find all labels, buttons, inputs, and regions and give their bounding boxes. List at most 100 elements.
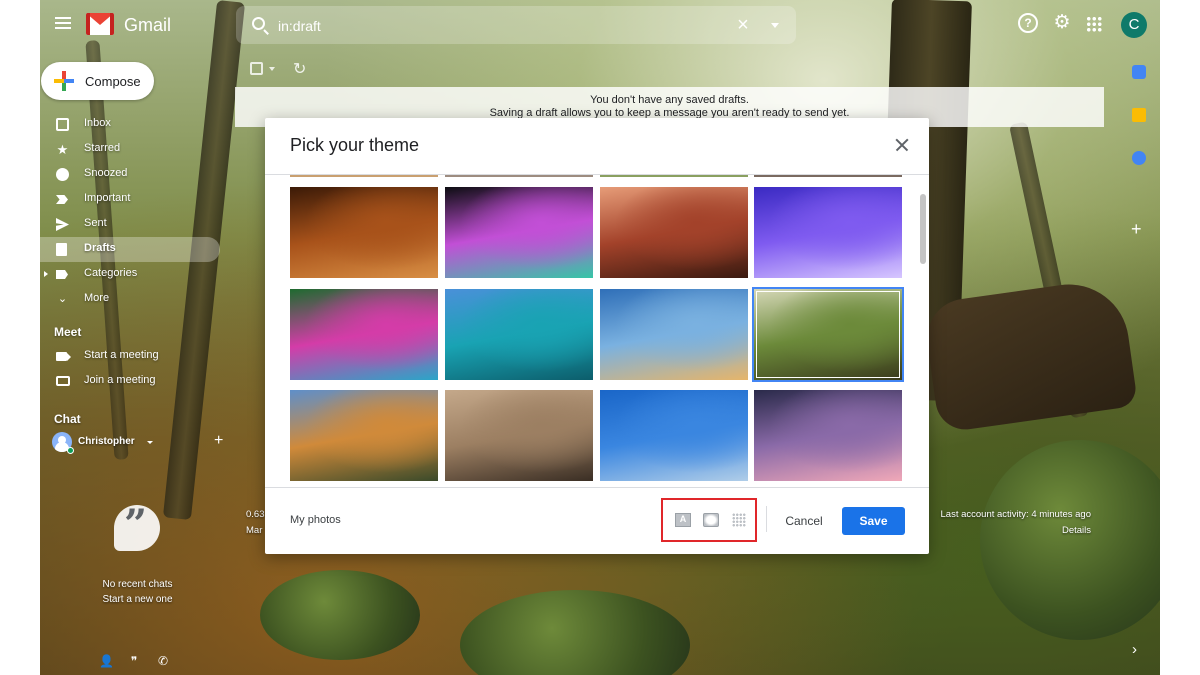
theme-tile-partial[interactable] xyxy=(290,175,438,177)
label-icon xyxy=(56,270,68,279)
background-mossy-rock xyxy=(980,440,1160,640)
help-icon[interactable]: ? xyxy=(1018,13,1038,33)
theme-tile-golden-gate[interactable] xyxy=(290,390,438,481)
search-bar: × xyxy=(236,6,796,44)
sidebar-item-more[interactable]: ⌄ More xyxy=(40,287,220,312)
keyboard-icon xyxy=(56,376,70,386)
sidebar-item-inbox[interactable]: Inbox xyxy=(40,112,220,137)
apps-grid-icon[interactable] xyxy=(1086,16,1102,32)
calendar-icon[interactable] xyxy=(1132,65,1146,79)
chat-user-name: Christopher xyxy=(78,436,135,447)
divider xyxy=(265,487,929,488)
join-meeting-label: Join a meeting xyxy=(84,374,156,386)
theme-tile-stormy-sky[interactable] xyxy=(754,390,902,481)
hangouts-icon xyxy=(114,501,160,551)
theme-tile-partial[interactable] xyxy=(600,175,748,177)
get-addons-plus-icon[interactable]: + xyxy=(1131,219,1142,240)
theme-tile-autumn-leaves[interactable] xyxy=(290,187,438,278)
app-name[interactable]: Gmail xyxy=(124,15,171,36)
hangouts-chat-icon[interactable]: ❞ xyxy=(127,654,141,668)
activity-details-link[interactable]: Details xyxy=(931,523,1091,539)
background-log xyxy=(921,276,1139,434)
sidebar-item-label: Snoozed xyxy=(84,167,128,179)
dialog-title: Pick your theme xyxy=(290,135,420,155)
sidebar-item-categories[interactable]: Categories xyxy=(40,262,220,287)
important-icon xyxy=(56,195,68,204)
theme-tile-partial[interactable] xyxy=(754,175,902,177)
chat-bottom-bar: 👤 ❞ ✆ xyxy=(40,648,235,675)
select-all-checkbox[interactable] xyxy=(250,62,263,75)
sidebar-item-drafts[interactable]: Drafts xyxy=(40,237,220,262)
start-meeting-item[interactable]: Start a meeting xyxy=(40,344,220,369)
top-bar: Gmail × ? ⚙ C xyxy=(40,0,1160,50)
no-recent-chats: No recent chats Start a new one xyxy=(40,577,235,607)
sidebar-item-starred[interactable]: ★ Starred xyxy=(40,137,220,162)
compose-button[interactable]: Compose xyxy=(41,62,154,100)
search-options-icon[interactable] xyxy=(762,12,788,38)
gmail-logo-icon[interactable] xyxy=(86,13,114,35)
compose-plus-icon xyxy=(54,71,74,91)
chat-user-christopher[interactable]: Christopher + xyxy=(52,432,223,454)
new-chat-plus-icon[interactable]: + xyxy=(214,432,223,450)
send-icon xyxy=(56,218,69,231)
clear-search-icon[interactable]: × xyxy=(730,12,756,38)
close-dialog-button[interactable] xyxy=(893,136,911,154)
theme-grid-scrollbar[interactable] xyxy=(920,194,926,264)
theme-grid xyxy=(265,175,929,487)
select-dropdown-icon[interactable] xyxy=(269,67,275,71)
text-background-button[interactable]: A xyxy=(675,513,691,527)
sidebar-item-label: Drafts xyxy=(84,242,116,254)
blur-icon xyxy=(732,513,746,527)
save-button[interactable]: Save xyxy=(842,507,905,535)
draft-icon xyxy=(56,243,67,256)
theme-tile-canyon[interactable] xyxy=(600,187,748,278)
cancel-button[interactable]: Cancel xyxy=(777,508,831,534)
blur-button[interactable] xyxy=(731,513,747,527)
close-icon xyxy=(893,136,911,154)
sidebar-item-label: More xyxy=(84,292,110,304)
my-photos-link[interactable]: My photos xyxy=(290,514,341,526)
sidebar-item-sent[interactable]: Sent xyxy=(40,212,220,237)
join-meeting-item[interactable]: Join a meeting xyxy=(40,369,220,394)
refresh-icon[interactable]: ↻ xyxy=(293,59,306,79)
account-activity: Last account activity: 4 minutes ago Det… xyxy=(931,507,1092,539)
keep-icon[interactable] xyxy=(1132,108,1146,122)
theme-tile-partial[interactable] xyxy=(445,175,593,177)
phone-icon[interactable]: ✆ xyxy=(156,654,170,668)
divider xyxy=(766,506,767,532)
sidebar-item-important[interactable]: Important xyxy=(40,187,220,212)
sidebar-item-snoozed[interactable]: Snoozed xyxy=(40,162,220,187)
search-icon[interactable] xyxy=(252,17,265,30)
theme-tile-lake-tahoe[interactable] xyxy=(445,289,593,380)
account-avatar[interactable]: C xyxy=(1121,12,1147,38)
last-activity-text: Last account activity: 4 minutes ago xyxy=(940,509,1092,520)
main-menu-icon[interactable] xyxy=(55,17,71,29)
gear-icon[interactable]: ⚙ xyxy=(1052,13,1072,33)
theme-tile-forest[interactable] xyxy=(752,287,904,382)
sidebar-item-label: Inbox xyxy=(84,117,111,129)
tasks-icon[interactable] xyxy=(1132,151,1146,165)
person-icon[interactable]: 👤 xyxy=(99,654,114,668)
theme-tile-beach[interactable] xyxy=(600,289,748,380)
theme-tile-water-droplet[interactable] xyxy=(290,289,438,380)
theme-tile-city-buildings[interactable] xyxy=(600,390,748,481)
expand-caret-icon[interactable] xyxy=(44,271,48,277)
vignette-button[interactable] xyxy=(703,513,719,527)
theme-picker-dialog: Pick your theme My photos A Cancel Save xyxy=(265,118,929,554)
storage-info: 0.63 Mar xyxy=(246,507,265,539)
text-background-icon: A xyxy=(675,513,691,527)
chat-status-dropdown-icon[interactable] xyxy=(147,441,153,444)
inbox-icon xyxy=(56,118,69,131)
video-camera-icon xyxy=(56,352,71,361)
no-recent-chats-text: No recent chats xyxy=(102,579,173,590)
storage-usage-text: 0.63 xyxy=(246,509,265,520)
theme-tile-bokeh-lights[interactable] xyxy=(445,187,593,278)
expand-side-panel-icon[interactable]: › xyxy=(1132,641,1137,658)
vignette-icon xyxy=(703,513,719,527)
search-input[interactable] xyxy=(278,16,718,36)
theme-tile-desert-rock[interactable] xyxy=(445,390,593,481)
online-status-dot xyxy=(67,447,74,454)
start-new-chat-link[interactable]: Start a new one xyxy=(40,592,235,607)
sidebar-item-label: Starred xyxy=(84,142,121,154)
theme-tile-jellyfish[interactable] xyxy=(754,187,902,278)
